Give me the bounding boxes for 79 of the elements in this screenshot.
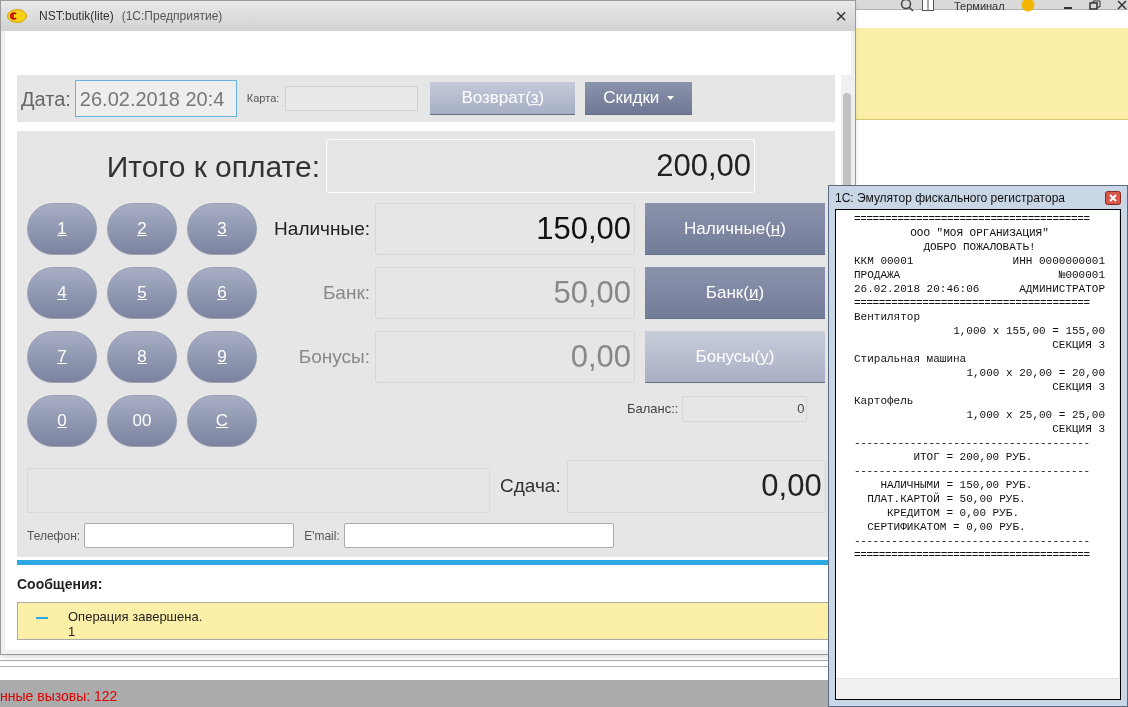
receipt-line: ДОБРО ПОЖАЛОВАТЬ!	[922, 240, 1037, 254]
receipt-line: СЕРТИФИКАТОМ = 0,00 РУБ.	[866, 520, 1027, 534]
receipt-rule: ======================================	[854, 548, 1091, 562]
keypad-key[interactable]: 1	[27, 203, 97, 255]
keypad-key[interactable]: 00	[107, 395, 177, 447]
receipt-line: Вентилятор	[854, 310, 921, 324]
return-button[interactable]: Возврат(з)	[430, 82, 576, 115]
receipt-line: 1,000 x 20,00 = 20,00	[965, 366, 1105, 380]
payment-label: Банк:	[321, 280, 370, 305]
receipt-line: СЕКЦИЯ 3	[1051, 338, 1105, 352]
zoom-icon[interactable]	[900, 0, 914, 12]
panel-icon[interactable]	[922, 0, 934, 11]
payment-button[interactable]: Наличные(н)	[645, 203, 825, 255]
receipt-rule: --------------------------------------	[854, 436, 1091, 450]
receipt-line: ИТОГ = 200,00 РУБ.	[912, 450, 1034, 464]
discounts-button[interactable]: Скидки	[585, 82, 693, 115]
payment-field[interactable]: 150,00	[375, 203, 635, 255]
close-button[interactable]	[1105, 190, 1121, 205]
receipt-line: №000001	[1058, 268, 1105, 282]
payment-label: Наличные:	[273, 216, 370, 241]
restore-icon[interactable]	[1088, 0, 1101, 10]
change-field: 0,00	[566, 460, 826, 513]
contact-field[interactable]	[343, 523, 614, 548]
keypad-key[interactable]: 0	[27, 395, 97, 447]
card-label: Карта:	[246, 91, 280, 107]
payment-button[interactable]: Банк(и)	[645, 267, 825, 319]
keypad-key[interactable]: 2	[107, 203, 177, 255]
receipt-rule: ======================================	[854, 296, 1091, 310]
keypad-key[interactable]: 5	[107, 267, 177, 319]
receipt-line: ККМ 00001	[854, 254, 914, 268]
receipt-line: Стиральная машина	[854, 352, 968, 366]
keypad-key[interactable]: 3	[187, 203, 257, 255]
date-label: Дата:	[21, 86, 71, 112]
close-button[interactable]: ×	[835, 6, 847, 26]
terminal-label[interactable]: Терминал	[954, 0, 1005, 12]
keypad-key[interactable]: 7	[27, 331, 97, 383]
receipt-line: ООО "МОЯ ОРГАНИЗАЦИЯ"	[909, 226, 1050, 240]
receipt-line: 1,000 x 155,00 = 155,00	[952, 324, 1105, 338]
date-field[interactable]: 26.02.2018 20:4	[74, 80, 237, 117]
change-label: Сдача:	[500, 474, 561, 499]
keypad-key[interactable]: 6	[187, 267, 257, 319]
total-label: Итого к оплате:	[106, 148, 320, 185]
window-subtitle: (1С:Предприятие)	[121, 8, 223, 25]
keypad-key[interactable]: 8	[107, 331, 177, 383]
receipt-line: СЕКЦИЯ 3	[1051, 422, 1105, 436]
messages-title: Сообщения:	[17, 575, 104, 594]
message-line: 1	[68, 624, 77, 639]
receipt-line: 1,000 x 25,00 = 25,00	[965, 408, 1105, 422]
payment-field[interactable]: 50,00	[375, 267, 635, 319]
receipt-line: НАЛИЧНЫМИ = 150,00 РУБ.	[879, 478, 1034, 492]
app-logo-icon	[7, 9, 27, 23]
receipt-line: АДМИНИСТРАТОР	[1019, 282, 1105, 296]
status-text: нные вызовы: 122	[0, 687, 118, 705]
dropdown-icon	[667, 96, 675, 100]
receipt-rule: --------------------------------------	[854, 534, 1091, 548]
dash-icon	[36, 617, 48, 619]
balance-label: Баланс::	[627, 400, 679, 419]
emulator-title: 1С: Эмулятор фискального регистратора	[835, 189, 1065, 207]
receipt-line: ПРОДАЖА	[854, 268, 901, 282]
receipt-rule: ======================================	[854, 212, 1091, 226]
receipt-rule: --------------------------------------	[854, 464, 1091, 478]
receipt-line: ПЛАТ.КАРТОЙ = 50,00 РУБ.	[866, 492, 1027, 506]
contact-label: Телефон:	[27, 527, 81, 545]
receipt-line: ИНН 0000000001	[1012, 254, 1105, 268]
balance-field: 0	[682, 396, 808, 422]
receipt-line: 26.02.2018 20:46:06	[854, 282, 980, 296]
payment-label: Бонусы:	[297, 344, 370, 369]
receipt-line: СЕКЦИЯ 3	[1051, 380, 1105, 394]
contact-label: E'mail:	[304, 527, 340, 545]
total-field: 200,00	[326, 139, 755, 193]
message-text: Операция завершена.	[68, 609, 203, 624]
receipt-line: Картофель	[854, 394, 915, 408]
keypad-key[interactable]: 4	[27, 267, 97, 319]
close-icon[interactable]	[1116, 0, 1127, 10]
receipt-line: КРЕДИТОМ = 0,00 РУБ.	[886, 506, 1021, 520]
contact-field[interactable]	[84, 523, 295, 548]
keypad-key[interactable]: 9	[187, 331, 257, 383]
keypad-key[interactable]: С	[187, 395, 257, 447]
window-title: NST:butik(lite)	[39, 8, 114, 25]
